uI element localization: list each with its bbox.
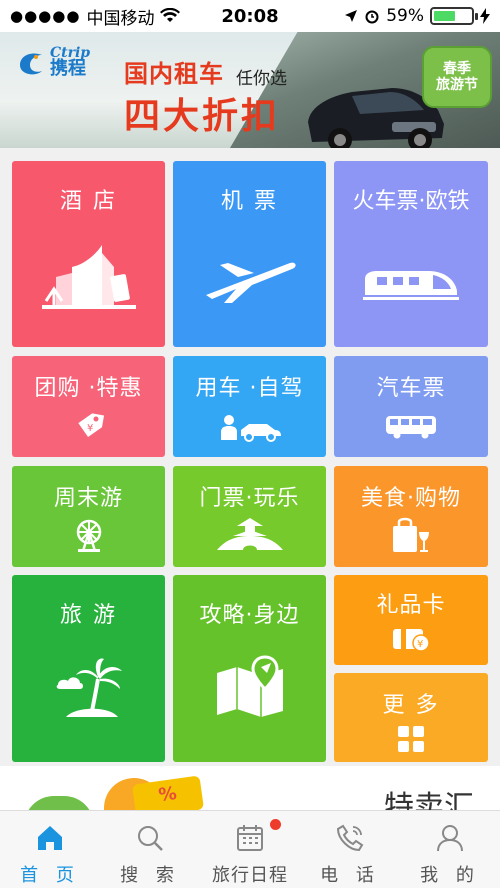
gift-card-icon: ¥	[393, 629, 430, 652]
tile-bus[interactable]: 汽车票	[334, 356, 488, 457]
tile-flight-label: 机 票	[221, 189, 278, 214]
tile-tickets-fun-label: 门票·玩乐	[199, 486, 300, 511]
tab-phone-label: 电 话	[320, 865, 380, 886]
tile-train-label: 火车票·欧铁	[352, 189, 470, 214]
special-sale-title: 特卖汇	[384, 790, 474, 810]
battery-percent: 59%	[386, 6, 424, 26]
tab-mine[interactable]: 我 的	[400, 811, 500, 888]
banner-headline-suffix: 任你选	[236, 69, 287, 89]
tab-home-label: 首 页	[20, 865, 80, 886]
hill-illustration	[24, 796, 94, 810]
tile-travel[interactable]: 旅 游	[12, 575, 165, 762]
tab-search-label: 搜 索	[120, 865, 180, 886]
search-icon	[138, 826, 163, 851]
tile-guide-nearby[interactable]: 攻略·身边	[173, 575, 326, 762]
tile-guide-nearby-label: 攻略·身边	[199, 603, 300, 628]
car-driver-icon	[220, 415, 281, 442]
grid-menu-icon	[398, 726, 424, 752]
badge-line-2: 旅游节	[436, 77, 478, 93]
svg-text:¥: ¥	[87, 423, 93, 434]
island-palm-icon	[56, 658, 122, 717]
tile-more-label: 更 多	[382, 693, 440, 718]
alarm-icon	[365, 10, 379, 24]
price-tag-icon: ¥	[77, 413, 104, 438]
tile-tickets-fun[interactable]: 门票·玩乐	[173, 466, 326, 567]
pavilion-icon	[216, 518, 283, 550]
tab-search[interactable]: 搜 索	[100, 811, 200, 888]
tab-phone[interactable]: 电 话	[300, 811, 400, 888]
tile-food-shopping-label: 美食·购物	[361, 486, 461, 511]
bus-icon	[386, 416, 436, 439]
notification-dot	[270, 819, 281, 830]
tab-itinerary[interactable]: 旅行日程	[200, 811, 300, 888]
promo-banner[interactable]: Ctrip 携程 国内租车 任你选 四大折扣 春季 旅游节	[0, 32, 500, 148]
tile-group-buy[interactable]: 团购 ·特惠 ¥	[12, 356, 165, 457]
tile-more[interactable]: 更 多	[334, 673, 488, 762]
brand-chinese: 携程	[50, 58, 86, 79]
spring-festival-badge: 春季 旅游节	[422, 46, 492, 108]
calendar-icon	[237, 825, 263, 851]
train-icon	[363, 271, 459, 300]
tile-travel-label: 旅 游	[60, 603, 117, 628]
tile-car-rental-label: 用车 ·自驾	[195, 376, 304, 401]
battery-icon	[430, 7, 478, 25]
home-icon	[38, 826, 62, 850]
tab-bar: 首 页 搜 索 旅行日程 电 话 我 的	[0, 810, 500, 888]
carrier-name: 中国移动	[86, 8, 155, 29]
map-pin-icon	[216, 655, 283, 717]
tab-mine-label: 我 的	[420, 865, 480, 886]
tile-flight[interactable]: 机 票	[173, 161, 326, 347]
tile-gift-card-label: 礼品卡	[376, 593, 446, 618]
charging-icon	[480, 8, 490, 24]
tile-car-rental[interactable]: 用车 ·自驾	[173, 356, 326, 457]
badge-line-1: 春季	[443, 60, 471, 77]
phone-icon	[336, 824, 364, 852]
tile-hotel-label: 酒 店	[60, 189, 117, 214]
wifi-icon	[160, 8, 181, 22]
tile-group-buy-label: 团购 ·特惠	[34, 376, 143, 401]
tab-home[interactable]: 首 页	[0, 811, 100, 888]
banner-offer: 四大折扣	[124, 96, 281, 137]
tile-weekend-trip[interactable]: 周末游	[12, 466, 165, 567]
tile-hotel[interactable]: 酒 店	[12, 161, 165, 347]
status-bar: ●●●●● 中国移动 20:08 59%	[0, 0, 500, 32]
tab-itinerary-label: 旅行日程	[212, 865, 288, 886]
ferris-wheel-icon	[76, 519, 101, 552]
svg-text:¥: ¥	[417, 639, 423, 650]
tile-bus-label: 汽车票	[376, 376, 446, 401]
signal-strength: ●●●●●	[10, 7, 81, 25]
location-icon	[345, 10, 358, 22]
tile-gift-card[interactable]: 礼品卡 ¥	[334, 575, 488, 665]
ctrip-logo: Ctrip 携程	[16, 46, 90, 78]
tile-weekend-trip-label: 周末游	[53, 486, 123, 511]
tile-food-shopping[interactable]: 美食·购物	[334, 466, 488, 567]
airplane-icon	[205, 262, 296, 303]
dolphin-icon	[20, 53, 42, 75]
hotel-icon	[41, 245, 136, 309]
user-icon	[437, 825, 463, 852]
banner-headline: 国内租车	[124, 60, 224, 88]
special-sale-section[interactable]: % 特卖汇	[0, 766, 500, 810]
shopping-bag-icon	[393, 517, 429, 552]
tile-train[interactable]: 火车票·欧铁	[334, 161, 488, 347]
